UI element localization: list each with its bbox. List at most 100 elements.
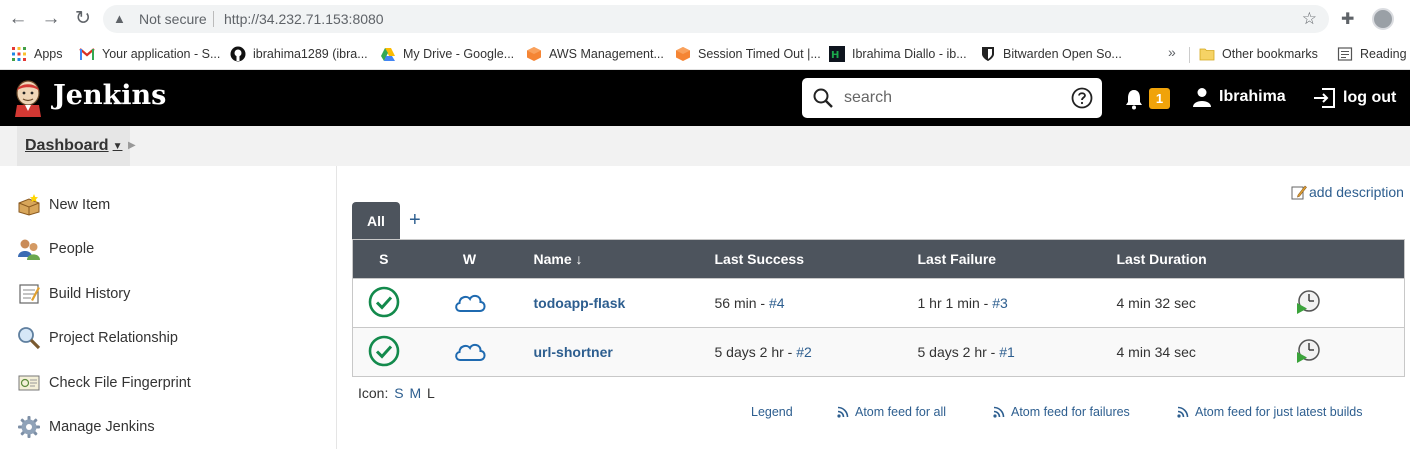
last-success-build-link[interactable]: #4 [769, 295, 785, 311]
github-icon [230, 46, 246, 62]
build-cell [1295, 279, 1405, 328]
success-check-icon[interactable] [368, 286, 400, 318]
aws-icon [527, 47, 541, 61]
add-description-link[interactable]: add description [1291, 184, 1404, 200]
atom-feed-latest-link[interactable]: Atom feed for just latest builds [1177, 405, 1362, 419]
side-item-new-item[interactable]: New Item [17, 192, 110, 218]
bookmark-label: Bitwarden Open So... [1003, 47, 1122, 61]
side-item-manage-jenkins[interactable]: Manage Jenkins [17, 414, 155, 440]
status-cell [353, 328, 415, 377]
not-secure-label[interactable]: Not secure [139, 11, 207, 27]
last-success-build-link[interactable]: #2 [796, 344, 812, 360]
schedule-build-icon[interactable] [1295, 289, 1321, 315]
bookmark-hackerrank[interactable]: H Ibrahima Diallo - ib... [829, 38, 967, 70]
chevron-down-icon[interactable]: ▼ [113, 141, 123, 152]
search-input[interactable] [844, 84, 1054, 112]
jenkins-title[interactable]: Jenkins [53, 80, 166, 111]
notification-badge[interactable]: 1 [1149, 88, 1170, 109]
bookmark-google-drive[interactable]: My Drive - Google... [380, 38, 514, 70]
last-failure-build-link[interactable]: #3 [992, 295, 1008, 311]
last-failure-build-link[interactable]: #1 [999, 344, 1015, 360]
atom-feed-failures-label: Atom feed for failures [1011, 405, 1130, 419]
fingerprint-icon [18, 375, 40, 391]
last-success-cell: 56 min - #4 [715, 279, 918, 328]
user-link[interactable]: Ibrahima [1193, 87, 1286, 107]
bookmark-label: ibrahima1289 (ibra... [253, 47, 368, 61]
icon-size-large[interactable]: L [427, 385, 435, 401]
extensions-puzzle-icon[interactable]: ✚ [1341, 9, 1354, 29]
tab-all[interactable]: All [352, 202, 400, 239]
new-item-icon [18, 194, 40, 216]
bitwarden-icon [982, 47, 994, 61]
atom-feed-all-link[interactable]: Atom feed for all [837, 405, 946, 419]
omnibox-divider [213, 11, 214, 27]
side-item-label: Build History [49, 286, 131, 302]
job-link[interactable]: url-shortner [534, 344, 613, 360]
job-link[interactable]: todoapp-flask [534, 295, 626, 311]
url-text[interactable]: http://34.232.71.153:8080 [224, 11, 384, 27]
apps-grid-icon [12, 47, 26, 61]
logout-link[interactable]: log out [1313, 87, 1396, 109]
bell-icon[interactable] [1124, 88, 1144, 110]
breadcrumb-dashboard[interactable]: Dashboard ▼ [17, 126, 131, 166]
cloud-icon[interactable] [453, 339, 487, 363]
column-header-weather[interactable]: W [415, 240, 525, 279]
last-failure-time: 5 days 2 hr - [917, 344, 1000, 360]
icon-size-selector: Icon: S M L [358, 385, 435, 401]
warning-icon[interactable]: ▲ [113, 11, 126, 26]
add-description-label: add description [1309, 184, 1404, 200]
column-header-status[interactable]: S [353, 240, 415, 279]
forward-arrow-icon[interactable]: → [41, 9, 61, 29]
column-header-name[interactable]: Name ↓ [525, 240, 715, 279]
icon-size-medium[interactable]: M [409, 385, 421, 401]
side-item-check-file-fingerprint[interactable]: Check File Fingerprint [17, 370, 191, 396]
build-history-icon [19, 284, 40, 304]
atom-feed-failures-link[interactable]: Atom feed for failures [993, 405, 1130, 419]
bookmark-apps[interactable]: Apps [11, 38, 63, 70]
back-arrow-icon[interactable]: ← [8, 9, 28, 29]
bookmarks-divider [1189, 47, 1190, 63]
bookmark-gmail[interactable]: Your application - S... [79, 38, 220, 70]
reload-icon[interactable]: ↻ [73, 9, 93, 29]
bookmark-label: Apps [34, 47, 63, 61]
status-cell [353, 279, 415, 328]
success-check-icon[interactable] [368, 335, 400, 367]
last-duration-cell: 4 min 32 sec [1116, 295, 1196, 311]
last-success-time: 5 days 2 hr - [714, 344, 797, 360]
bookmark-github[interactable]: ibrahima1289 (ibra... [230, 38, 368, 70]
address-bar[interactable]: ▲ Not secure http://34.232.71.153:8080 ☆ [103, 5, 1329, 33]
side-item-people[interactable]: People [17, 236, 94, 262]
column-header-build [1295, 240, 1405, 279]
breadcrumb: Dashboard ▼ ▶ [0, 126, 1410, 166]
side-item-build-history[interactable]: Build History [17, 281, 130, 307]
bookmark-other[interactable]: Other bookmarks [1199, 38, 1318, 70]
schedule-build-icon[interactable] [1295, 338, 1321, 364]
legend-link[interactable]: Legend [751, 405, 793, 419]
column-header-last-failure[interactable]: Last Failure [918, 240, 1117, 279]
column-header-last-success[interactable]: Last Success [715, 240, 918, 279]
job-name-cell: url-shortner [525, 328, 715, 377]
side-item-label: Project Relationship [49, 330, 178, 346]
legend-label: Legend [751, 405, 793, 419]
bookmark-label: Other bookmarks [1222, 47, 1318, 61]
jenkins-header: Jenkins 1 Ibrahima log out [0, 70, 1410, 126]
icon-size-small[interactable]: S [394, 385, 403, 401]
column-header-last-duration[interactable]: Last Duration [1117, 240, 1295, 279]
jenkins-logo-icon[interactable] [12, 79, 44, 117]
cloud-icon[interactable] [453, 290, 487, 314]
table-header-row: S W Name ↓ Last Success Last Failure Las… [352, 239, 1405, 279]
bookmarks-overflow-button[interactable]: » [1168, 44, 1176, 60]
add-view-button[interactable]: + [409, 209, 421, 232]
bookmark-label: AWS Management... [549, 47, 664, 61]
profile-avatar[interactable] [1372, 8, 1394, 30]
bookmark-bitwarden[interactable]: Bitwarden Open So... [980, 38, 1122, 70]
gmail-icon [79, 48, 95, 60]
breadcrumb-dashboard-label: Dashboard [25, 137, 109, 154]
star-icon[interactable]: ☆ [1302, 9, 1317, 29]
reading-list[interactable]: Reading l [1337, 38, 1410, 70]
help-icon[interactable] [1071, 87, 1093, 109]
side-item-project-relationship[interactable]: Project Relationship [17, 325, 178, 351]
weather-cell [415, 328, 525, 377]
bookmark-aws[interactable]: AWS Management... [526, 38, 664, 70]
bookmark-session[interactable]: Session Timed Out |... [675, 38, 821, 70]
